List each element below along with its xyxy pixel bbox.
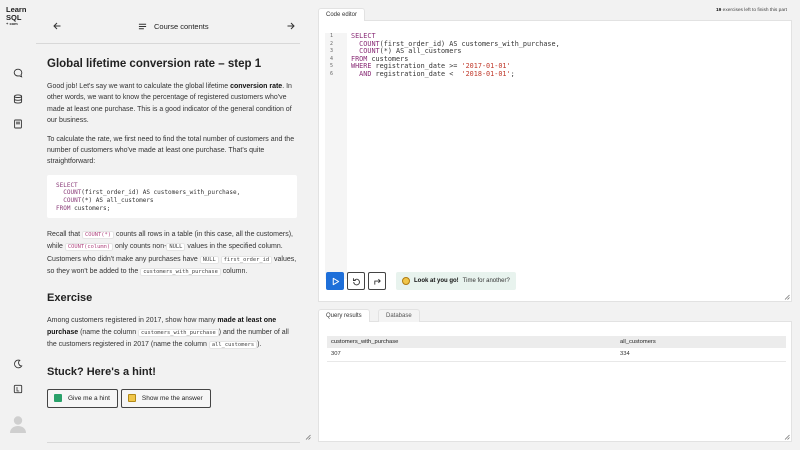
feedback-message: Look at you go! Time for another? xyxy=(396,272,516,290)
exercises-left-counter: 19 exercises left to finish this part xyxy=(716,8,787,13)
lesson-navigation: Course contents xyxy=(36,8,300,44)
course-contents-button[interactable]: Course contents xyxy=(138,20,209,32)
smiley-icon xyxy=(402,277,410,285)
exercise-heading: Exercise xyxy=(47,292,93,305)
next-step-button[interactable] xyxy=(368,272,386,290)
reset-code-button[interactable] xyxy=(347,272,365,290)
database-icon[interactable] xyxy=(12,93,24,105)
column-header: customers_with_purchase xyxy=(327,336,616,348)
dark-mode-icon[interactable] xyxy=(12,358,24,370)
left-rail: Learn SQL + com xyxy=(0,0,36,450)
results-table: customers_with_purchase all_customers 30… xyxy=(327,336,786,362)
lesson-paragraph-intro: Good job! Let's say we want to calculate… xyxy=(47,83,292,125)
inline-code: customers_with_purchase xyxy=(138,328,219,337)
hint-buttons: Give me a hint Show me the answer xyxy=(47,388,297,408)
sql-code-input[interactable]: SELECT COUNT(first_order_id) AS customer… xyxy=(351,32,560,78)
inline-code: COUNT(column) xyxy=(64,243,114,252)
inline-code: COUNT(*) xyxy=(82,230,114,239)
inline-code: first_order_id xyxy=(220,255,273,264)
show-answer-button[interactable]: Show me the answer xyxy=(120,388,211,408)
lesson-paragraph-calc: To calculate the rate, we first need to … xyxy=(47,135,295,166)
redirect-arrow-icon xyxy=(373,278,381,285)
tab-query-results[interactable]: Query results xyxy=(318,309,370,322)
divider xyxy=(47,442,300,443)
resize-handle-icon[interactable] xyxy=(305,434,311,440)
course-contents-label: Course contents xyxy=(154,21,209,31)
exercise-instructions: Among customers registered in 2017, show… xyxy=(47,317,289,350)
lesson-title: Global lifetime conversion rate – step 1 xyxy=(47,58,262,70)
editor-toolbar: Look at you go! Time for another? xyxy=(326,272,516,290)
line-number-gutter: 1 2 3 4 5 6 xyxy=(325,33,347,279)
font-size-icon[interactable] xyxy=(12,383,24,395)
user-avatar-icon[interactable] xyxy=(9,414,27,434)
table-cell: 307 xyxy=(327,348,616,362)
list-icon xyxy=(138,23,147,29)
lesson-paragraph-recall: Recall that COUNT(*) counts all rows in … xyxy=(47,230,297,277)
query-results-panel: customers_with_purchase all_customers 30… xyxy=(318,321,792,442)
lesson-content: Global lifetime conversion rate – step 1… xyxy=(47,58,297,408)
answer-icon xyxy=(127,394,136,403)
code-editor-panel: 1 2 3 4 5 6 SELECT COUNT(first_order_id)… xyxy=(318,20,792,302)
run-query-button[interactable] xyxy=(326,272,344,290)
reset-icon xyxy=(352,277,360,285)
inline-code: customers_with_purchase xyxy=(140,268,221,277)
table-row: 307 334 xyxy=(327,348,786,362)
inline-code: NULL xyxy=(199,255,219,264)
chat-icon[interactable] xyxy=(12,67,24,79)
cheatsheet-icon[interactable] xyxy=(12,118,24,130)
tab-database[interactable]: Database xyxy=(378,309,420,322)
previous-exercise-arrow-icon[interactable] xyxy=(50,19,64,33)
hint-heading: Stuck? Here's a hint! xyxy=(47,365,156,378)
table-cell: 334 xyxy=(616,348,786,362)
next-exercise-arrow-icon[interactable] xyxy=(284,19,298,33)
hint-icon xyxy=(54,394,62,403)
column-header: all_customers xyxy=(616,336,786,348)
inline-code: NULL xyxy=(166,243,186,252)
lesson-panel: Course contents Global lifetime conversi… xyxy=(36,8,306,443)
resize-handle-icon[interactable] xyxy=(784,434,790,440)
example-code-block: SELECT COUNT(first_order_id) AS customer… xyxy=(47,174,297,218)
tab-code-editor[interactable]: Code editor xyxy=(318,8,366,21)
inline-code: all_customers xyxy=(208,341,258,350)
table-header-row: customers_with_purchase all_customers xyxy=(327,336,786,348)
give-hint-button[interactable]: Give me a hint xyxy=(47,388,118,408)
resize-handle-icon[interactable] xyxy=(784,294,790,300)
play-icon xyxy=(332,277,339,285)
learnsql-logo[interactable]: Learn SQL + com xyxy=(6,6,34,26)
